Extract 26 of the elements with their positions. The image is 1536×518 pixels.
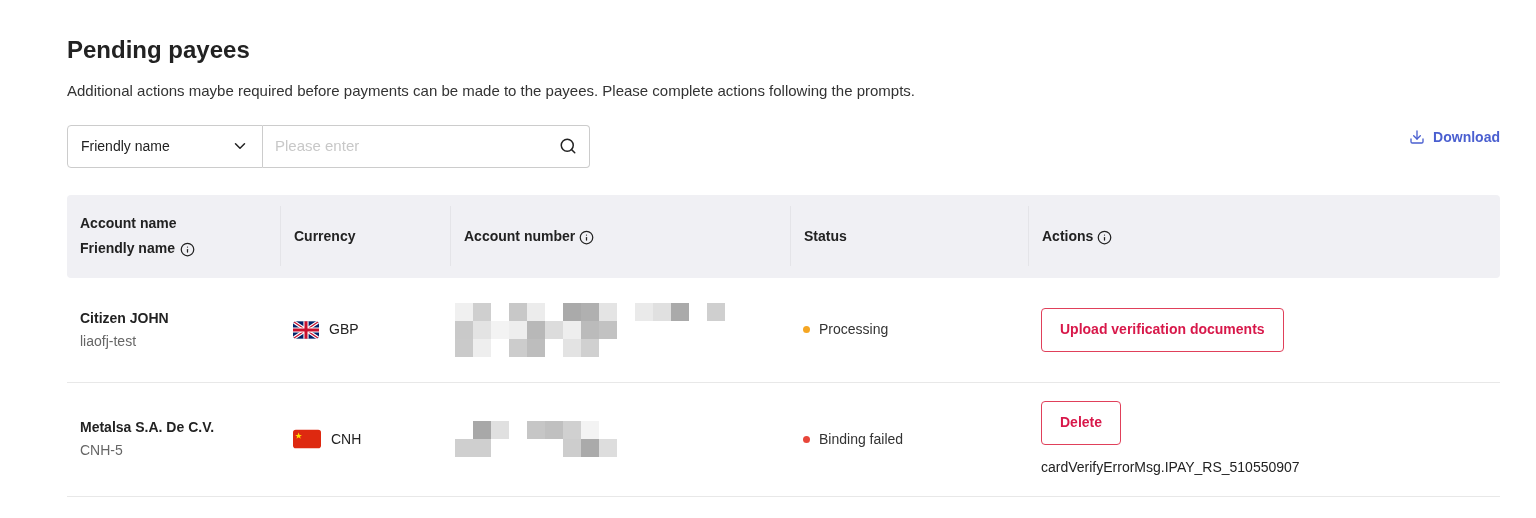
status-text: Binding failed <box>819 429 904 449</box>
info-icon[interactable] <box>579 229 595 245</box>
status-text: Processing <box>819 320 889 339</box>
search-icon[interactable] <box>559 137 577 155</box>
friendly-name: liaofj-test <box>80 331 138 351</box>
currency-code: GBP <box>329 320 359 339</box>
download-icon <box>1409 129 1426 145</box>
page-description: Additional actions maybe required before payments can be made to the payees. Please complete actions following the prompts. <box>67 81 916 101</box>
column-header: Account number <box>464 226 576 246</box>
column-header: Actions <box>1042 226 1094 246</box>
column-header: Friendly name <box>80 239 176 258</box>
filter-dropdown[interactable]: Friendly name <box>67 124 263 168</box>
action-button[interactable]: Delete <box>1041 400 1122 445</box>
friendly-name: CNH-5 <box>80 441 124 460</box>
column-header: Status <box>804 226 847 246</box>
page-title: Pending payees <box>67 35 251 65</box>
download-link[interactable]: Download <box>1409 126 1500 148</box>
currency-code: CNH <box>331 429 362 449</box>
column-header: Account name <box>80 214 177 233</box>
action-button[interactable]: Upload verification documents <box>1041 307 1284 352</box>
column-header: Currency <box>294 226 356 246</box>
account-name: Citizen JOHN <box>80 308 170 328</box>
info-icon[interactable] <box>180 242 196 257</box>
error-message: cardVerifyErrorMsg.IPAY_RS_510550907 <box>1041 457 1300 477</box>
account-name: Metalsa S.A. De C.V. <box>80 418 216 437</box>
info-icon[interactable] <box>1097 229 1113 245</box>
